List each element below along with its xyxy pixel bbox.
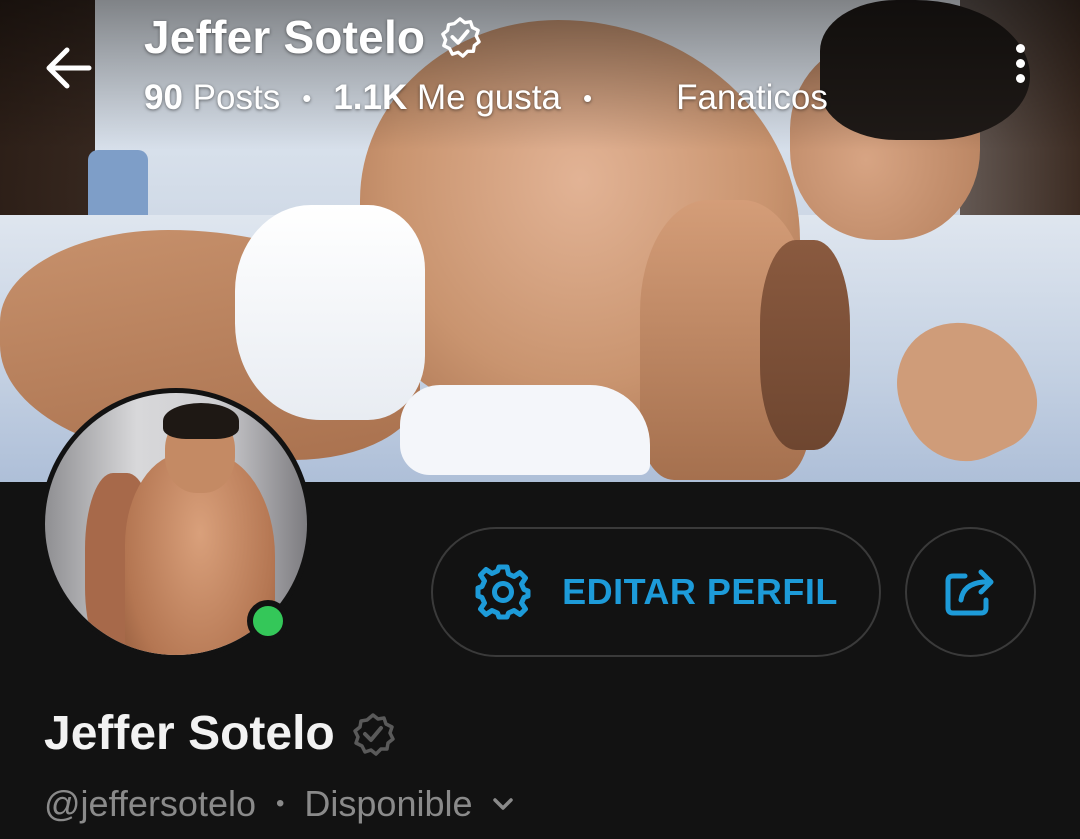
availability-status-dropdown[interactable]: Disponible [304, 783, 516, 825]
handle-row: @jeffersotelo • Disponible [44, 783, 517, 825]
profile-page: Jeffer Sotelo 90 Posts • 1.1K Me gusta •… [0, 0, 1080, 839]
posts-count: 90 [144, 78, 183, 117]
chevron-down-icon [492, 798, 513, 810]
likes-label: Me gusta [417, 78, 561, 117]
separator-dot: • [302, 82, 312, 113]
separator-dot: • [276, 790, 285, 817]
verified-badge-icon [441, 17, 481, 58]
back-button[interactable] [38, 38, 98, 98]
gear-icon [475, 564, 531, 620]
header-title: Jeffer Sotelo [144, 11, 426, 63]
separator-dot: • [582, 82, 593, 113]
edit-profile-label: EDITAR PERFIL [562, 571, 838, 612]
fans-label: Fanaticos [676, 78, 828, 117]
verified-badge-icon [353, 712, 395, 756]
display-name: Jeffer Sotelo [44, 707, 335, 760]
posts-label: Posts [192, 78, 281, 117]
arrow-left-icon [46, 47, 92, 89]
edit-profile-button[interactable]: EDITAR PERFIL [431, 527, 881, 657]
username-handle: @jeffersotelo [44, 783, 256, 824]
availability-status-label: Disponible [304, 783, 473, 824]
profile-name-row: Jeffer Sotelo [44, 706, 395, 761]
share-icon [945, 569, 993, 616]
likes-count: 1.1K [333, 78, 408, 117]
header-stats: 90 Posts • 1.1K Me gusta • Fanaticos [144, 78, 828, 118]
more-vertical-icon [1015, 43, 1025, 53]
header-title-row: Jeffer Sotelo [144, 10, 481, 64]
share-button[interactable] [905, 527, 1036, 657]
more-options-button[interactable] [1000, 38, 1040, 88]
online-status-indicator [247, 600, 289, 642]
